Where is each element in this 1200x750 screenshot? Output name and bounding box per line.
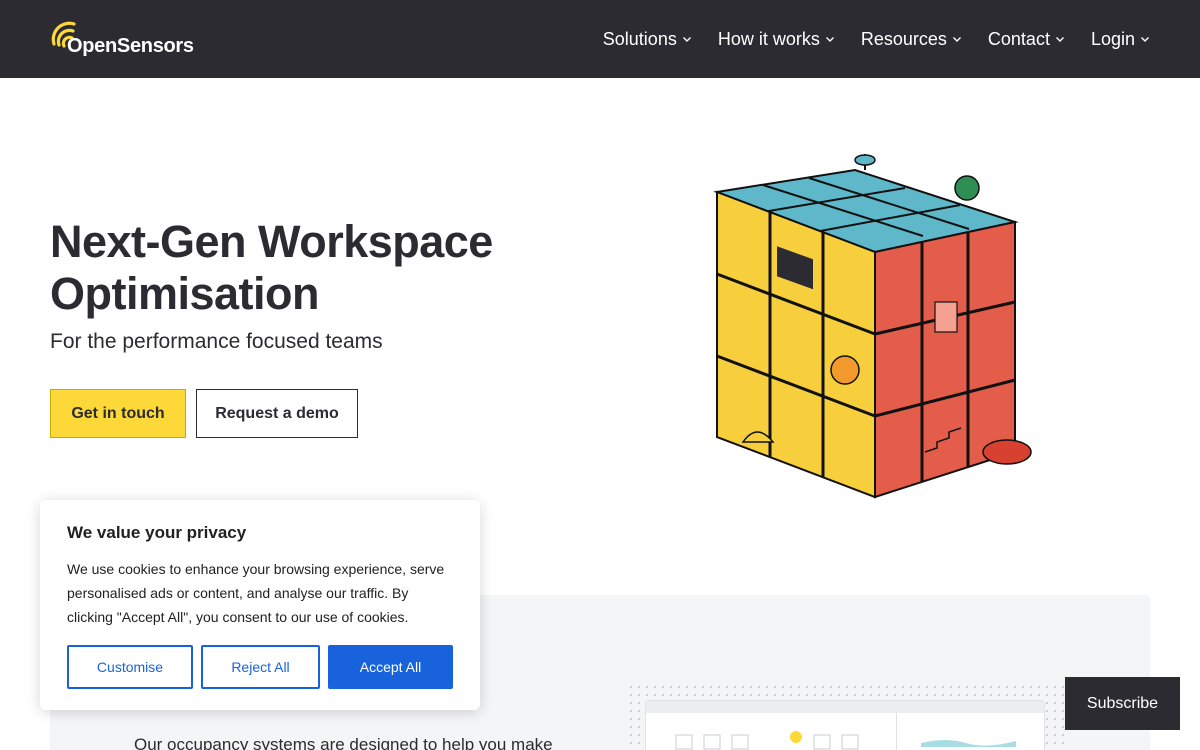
cookie-consent-banner: We value your privacy We use cookies to …: [40, 500, 480, 710]
reject-all-button[interactable]: Reject All: [201, 645, 320, 689]
chevron-down-icon: [825, 37, 834, 42]
request-demo-button[interactable]: Request a demo: [196, 389, 358, 438]
top-navigation: OpenSensors Solutions How it works Resou…: [0, 0, 1200, 78]
nav-resources-label: Resources: [860, 28, 947, 49]
cookie-title: We value your privacy: [67, 523, 247, 542]
nav-login-label: Login: [1090, 28, 1135, 49]
hero-title: Next-Gen Workspace Optimisation: [50, 216, 493, 319]
logo-text: OpenSensors: [67, 35, 194, 57]
nav-solutions-label: Solutions: [602, 28, 677, 49]
customise-button[interactable]: Customise: [67, 645, 193, 689]
chevron-down-icon: [682, 37, 691, 42]
isometric-office-cube-illustration: [713, 154, 1032, 499]
nav-how-it-works-label: How it works: [717, 28, 820, 49]
dashboard-preview-graphics: [675, 731, 1016, 750]
nav-solutions[interactable]: Solutions: [603, 29, 692, 50]
nav-how-it-works[interactable]: How it works: [718, 29, 835, 50]
chevron-down-icon: [1141, 37, 1149, 42]
logo[interactable]: OpenSensors: [50, 18, 194, 60]
accept-all-button[interactable]: Accept All: [328, 645, 453, 689]
main-menu: Solutions How it works Resources Contact…: [603, 0, 1150, 78]
chevron-down-icon: [952, 37, 961, 42]
dashboard-preview: [645, 700, 1045, 750]
nav-contact-label: Contact: [987, 28, 1050, 49]
hero-subtitle: For the performance focused teams: [50, 330, 383, 353]
nav-contact[interactable]: Contact: [988, 29, 1065, 50]
section-body: Our occupancy systems are designed to he…: [134, 735, 553, 750]
nav-login[interactable]: Login: [1091, 29, 1150, 50]
subscribe-button[interactable]: Subscribe: [1065, 677, 1180, 730]
cookie-text: We use cookies to enhance your browsing …: [67, 561, 445, 625]
chevron-down-icon: [1055, 37, 1064, 42]
nav-resources[interactable]: Resources: [861, 29, 962, 50]
get-in-touch-button[interactable]: Get in touch: [50, 389, 186, 438]
